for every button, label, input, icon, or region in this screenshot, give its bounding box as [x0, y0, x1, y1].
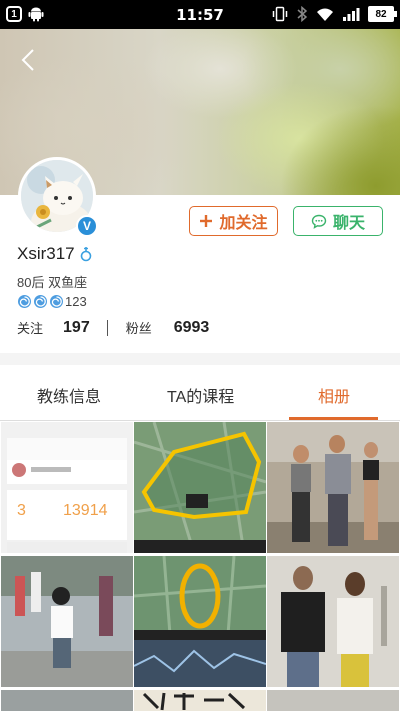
tab-courses[interactable]: TA的课程 [167, 383, 234, 407]
chat-button[interactable]: 聊天 [293, 206, 383, 236]
following-label[interactable]: 关注 [17, 318, 43, 337]
gym-trainers-photo-thumbnail [267, 556, 399, 687]
male-gender-icon [80, 247, 91, 262]
battery-icon: 82 [368, 6, 397, 22]
calligraphy-photo-thumbnail [134, 690, 266, 711]
follow-button-label: 加关注 [219, 215, 268, 232]
album-photo[interactable] [134, 422, 266, 553]
verified-badge-icon: V [76, 215, 98, 237]
chat-bubble-icon [311, 214, 327, 229]
plus-icon [200, 215, 213, 227]
following-count[interactable]: 197 [63, 319, 90, 337]
tab-coach-info[interactable]: 教练信息 [37, 383, 101, 407]
profile-tabs: 教练信息 TA的课程 相册 [0, 365, 400, 421]
album-photo[interactable]: 3 13914 [1, 422, 133, 553]
fans-count[interactable]: 6993 [174, 319, 210, 337]
status-bar: 1 11:57 82 [0, 0, 400, 29]
profile-tags: 80后 双鱼座 [17, 275, 88, 290]
level-row: 123 [17, 294, 87, 309]
follow-button[interactable]: 加关注 [189, 206, 278, 236]
fans-label[interactable]: 粉丝 [126, 318, 152, 337]
level-swirl-icon [34, 295, 47, 308]
album-photo[interactable] [267, 556, 399, 687]
username-row: Xsir317 [17, 244, 93, 264]
fitness-group-photo-thumbnail [267, 422, 399, 553]
child-square-dance-thumbnail [1, 556, 133, 687]
back-arrow-icon[interactable] [14, 45, 44, 75]
app-screenshot-thumbnail [7, 438, 127, 553]
album-photo[interactable] [1, 690, 133, 711]
album-grid: 3 13914 [0, 421, 400, 711]
album-photo[interactable] [134, 556, 266, 687]
chat-button-label: 聊天 [332, 215, 365, 232]
album-photo[interactable] [267, 422, 399, 553]
level-swirl-icon [18, 295, 31, 308]
bluetooth-icon [297, 6, 308, 22]
level-swirl-icon [50, 295, 63, 308]
album-photo[interactable] [1, 556, 133, 687]
wifi-icon [317, 8, 333, 21]
screenshot-value: 13914 [63, 502, 108, 519]
signal-icon [343, 8, 360, 21]
running-loop-map-thumbnail [134, 556, 266, 687]
username: Xsir317 [17, 244, 75, 263]
stats-divider [106, 319, 108, 336]
follow-stats: 关注 197 粉丝 6993 [17, 318, 209, 337]
running-route-map-thumbnail [134, 422, 266, 553]
tab-album[interactable]: 相册 [318, 383, 350, 407]
level-number: 123 [65, 294, 87, 309]
vibrate-icon [272, 6, 288, 22]
album-photo[interactable] [267, 690, 399, 711]
screenshot-value: 3 [17, 502, 26, 519]
album-photo[interactable] [134, 690, 266, 711]
